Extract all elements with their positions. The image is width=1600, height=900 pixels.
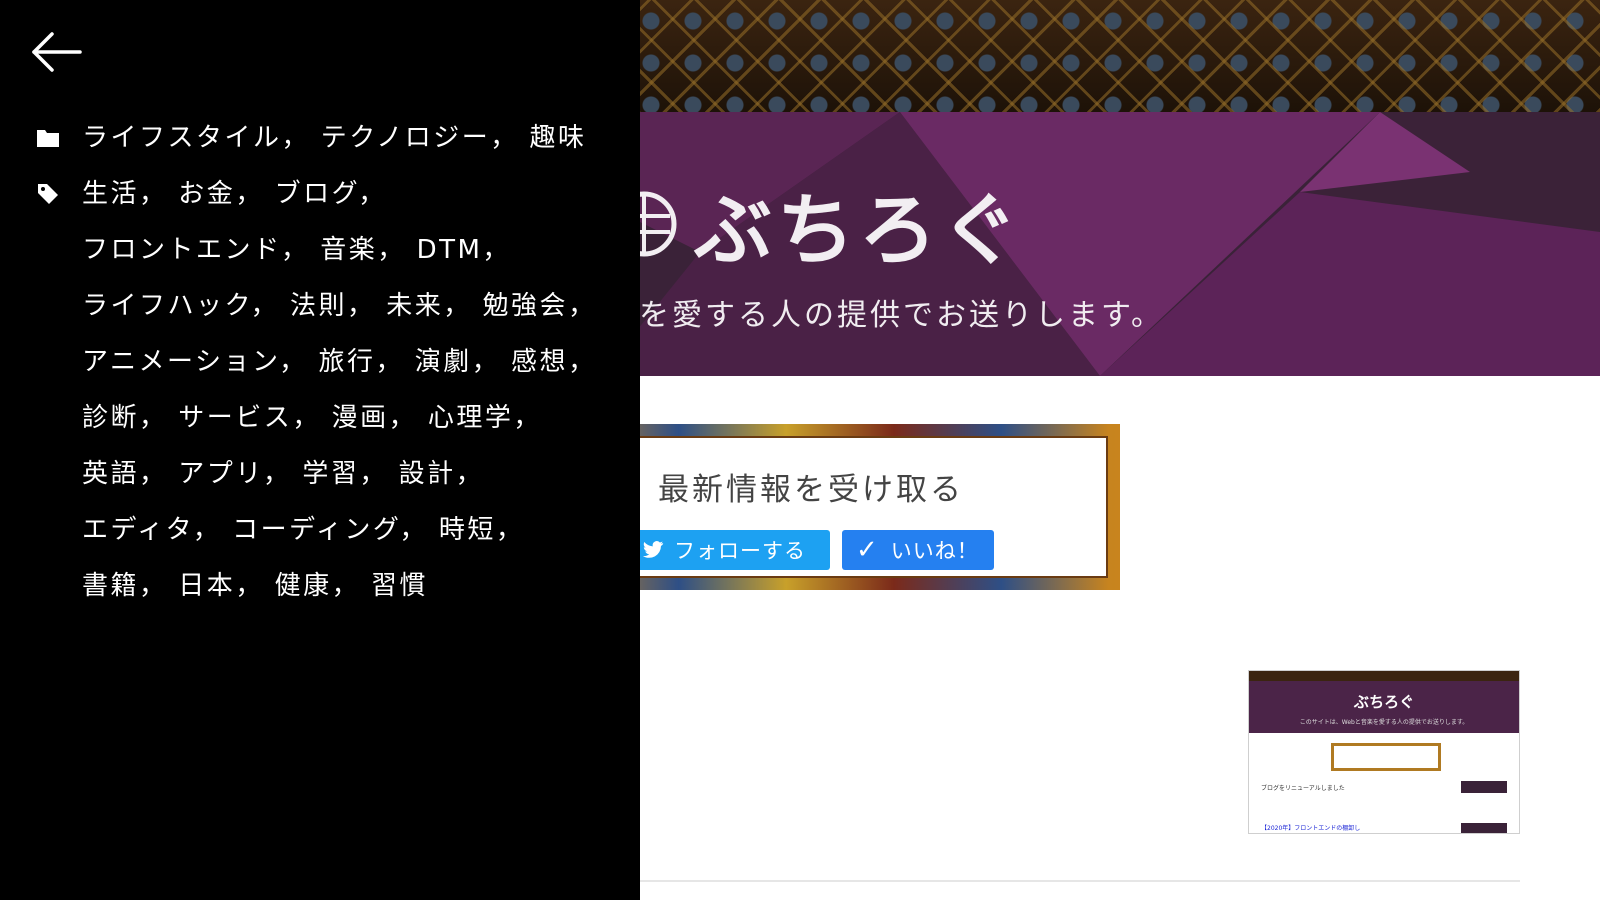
content-divider [620,880,1520,882]
list-separator: ， [471,347,501,377]
tag-link[interactable]: DTM [417,235,483,265]
thumbnail-post-image [1461,823,1507,833]
tag-link[interactable]: 感想 [511,347,568,377]
thumbnail-subtitle: このサイトは、Webと音楽を愛する人の提供でお送りします。 [1299,719,1469,726]
tags-row: 生活， お金， ブログ， フロントエンド， 音楽， DTM， ライフハック， 法… [36,166,602,614]
list-separator: ， [568,347,597,377]
list-separator: ， [263,459,292,489]
tag-link[interactable]: ブログ [275,179,359,209]
list-separator: ， [399,515,429,545]
thumbnail-post-title: ブログをリニューアルしました [1261,785,1345,792]
thumbnail-title: ぶちろぐ [1353,693,1415,711]
thumbnail-pattern-band [1249,671,1519,681]
folder-icon [37,130,59,147]
back-button[interactable] [28,28,84,76]
list-separator: ， [568,291,597,321]
list-separator: ， [495,515,525,545]
tag-link[interactable]: コーディング [232,515,399,545]
tag-link[interactable]: 未来 [386,291,443,321]
list-separator: ， [235,179,264,209]
list-separator: ， [455,459,485,489]
tag-link[interactable]: 音楽 [320,235,377,265]
list-separator: ， [139,459,168,489]
follow-widget: 最新情報を受け取る フォローする ✓ いいね！ [560,424,1120,590]
list-separator: ， [482,235,511,265]
tag-link[interactable]: 心理学 [428,403,514,433]
follow-button-label: フォローする [674,539,806,563]
list-separator: ， [513,403,542,433]
tag-link[interactable]: 日本 [178,571,235,601]
list-separator: ， [377,235,406,265]
tag-link[interactable]: 時短 [439,515,496,545]
categories-row: ライフスタイル， テクノロジー， 趣味 [36,110,602,166]
tag-link[interactable]: 演劇 [415,347,472,377]
list-separator: ， [358,179,387,209]
site-preview-thumbnail[interactable]: ぶちろぐ このサイトは、Webと音楽を愛する人の提供でお送りします。 ブログをリ… [1248,670,1520,834]
check-icon: ✓ [856,535,879,565]
list-separator: ， [139,179,168,209]
list-separator: ， [359,459,388,489]
tag-link[interactable]: 書籍 [82,571,139,601]
list-separator: ， [192,515,222,545]
tag-icon [38,184,58,204]
follow-widget-title: 最新情報を受け取る [658,472,964,508]
tag-link[interactable]: お金 [178,179,235,209]
tag-link[interactable]: 生活 [82,179,139,209]
category-link[interactable]: ライフスタイル [82,123,282,153]
tag-link[interactable]: 法則 [290,291,347,321]
list-separator: ， [280,235,310,265]
list-separator: ， [292,403,321,433]
tag-link[interactable]: ライフハック [82,291,251,321]
list-separator: ， [346,291,376,321]
list-separator: ， [279,347,308,377]
tag-link[interactable]: フロントエンド [82,235,281,265]
thumbnail-header: ぶちろぐ このサイトは、Webと音楽を愛する人の提供でお送りします。 [1249,681,1519,733]
tag-link[interactable]: エディタ [82,515,193,545]
list-separator: ， [331,571,361,601]
site-logo[interactable]: ぶちろぐ [610,168,1023,280]
tag-link[interactable]: アニメーション [82,347,279,377]
list-separator: ， [139,571,168,601]
tag-link[interactable]: 学習 [302,459,359,489]
tag-list: 生活， お金， ブログ， フロントエンド， 音楽， DTM， ライフハック， 法… [82,166,602,614]
list-separator: ， [388,403,418,433]
category-link[interactable]: 趣味 [530,123,587,153]
list-separator: ， [443,291,472,321]
thumbnail-post-title: 【2020年】フロントエンドの棚卸し [1261,825,1361,832]
arrow-left-icon [32,32,82,72]
list-separator: ， [375,347,404,377]
like-button[interactable]: ✓ いいね！ [842,530,994,570]
tag-link[interactable]: アプリ [178,459,263,489]
like-button-label: いいね！ [890,539,979,563]
site-title: ぶちろぐ [694,185,1023,276]
list-separator: ， [250,291,280,321]
category-link[interactable]: テクノロジー [321,123,490,153]
thumbnail-post-image [1461,781,1507,793]
tag-link[interactable]: 健康 [275,571,332,601]
list-separator: ， [139,403,168,433]
tag-link[interactable]: 設計 [399,459,456,489]
thumbnail-follow-widget [1331,743,1441,771]
tag-link[interactable]: 勉強会 [483,291,569,321]
twitter-bird-icon [642,541,664,558]
tag-link[interactable]: 旅行 [318,347,375,377]
tag-link[interactable]: 習慣 [371,571,428,601]
category-list: ライフスタイル， テクノロジー， 趣味 [82,110,602,166]
tag-link[interactable]: 診断 [82,403,139,433]
list-separator: ， [490,123,519,153]
list-separator: ， [235,571,264,601]
tag-link[interactable]: サービス [178,403,292,433]
twitter-follow-button[interactable]: フォローする [628,530,830,570]
navigation-drawer: ライフスタイル， テクノロジー， 趣味 生活， お金， ブログ， フロントエンド… [0,0,640,900]
list-separator: ， [281,123,311,153]
tag-link[interactable]: 英語 [82,459,139,489]
tag-link[interactable]: 漫画 [332,403,389,433]
